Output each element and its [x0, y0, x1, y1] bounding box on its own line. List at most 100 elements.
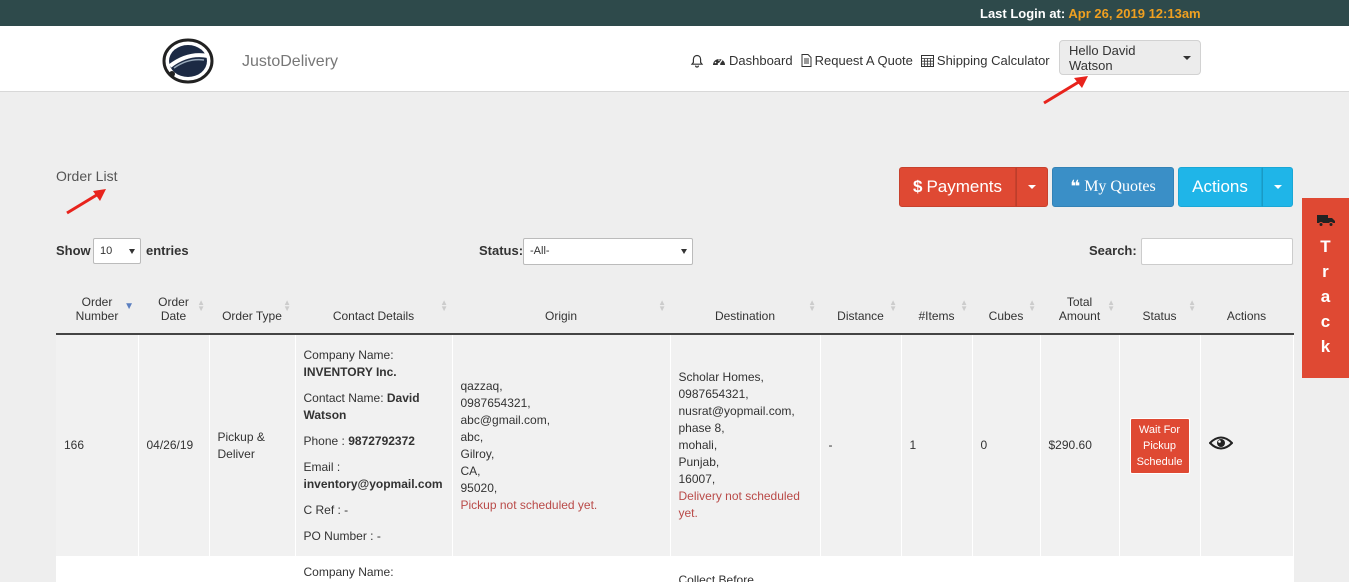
- col-total-amount[interactable]: Total Amount ▲ ▼: [1040, 282, 1119, 335]
- destination-line: phase 8,: [678, 421, 725, 435]
- sort-icon: ▲ ▼: [440, 298, 448, 313]
- destination-line: nusrat@yopmail.com,: [678, 404, 795, 418]
- order-type-cell: [209, 556, 296, 582]
- dollar-icon: $: [912, 177, 923, 196]
- cubes-cell: 0: [972, 334, 1041, 556]
- email-line: Email : inventory@yopmail.com: [304, 459, 444, 493]
- cref-line: C Ref : -: [303, 502, 349, 517]
- sort-icon: ▲ ▼: [283, 298, 291, 313]
- brand-logo[interactable]: [162, 38, 214, 84]
- col-destination[interactable]: Destination ▲ ▼: [670, 282, 820, 335]
- annotation-arrow-icon: [66, 189, 106, 215]
- company-line: Company Name: INVENTORY Inc.: [304, 347, 444, 381]
- sort-icon: ▲ ▼: [658, 298, 666, 313]
- actions-cell: [1200, 556, 1294, 582]
- col-cubes[interactable]: Cubes ▲ ▼: [972, 282, 1040, 335]
- track-letter: a: [1320, 287, 1331, 306]
- col-order-type[interactable]: Order Type ▲ ▼: [209, 282, 295, 335]
- entries-select[interactable]: 10: [93, 238, 141, 264]
- calculator-icon: [920, 54, 934, 67]
- dashboard-link[interactable]: Dashboard: [712, 53, 793, 68]
- track-letter: k: [1320, 337, 1331, 356]
- chevron-down-icon: [681, 249, 687, 254]
- truck-icon: [1316, 214, 1335, 230]
- search-label: Search:: [1089, 243, 1137, 258]
- origin-line: abc@gmail.com,: [460, 412, 551, 427]
- email-value: inventory@yopmail.com: [303, 476, 443, 491]
- company-name: INVENTORY Inc.: [303, 364, 397, 379]
- origin-line: CA,: [460, 463, 481, 478]
- header-label: Destination: [714, 309, 776, 323]
- actions-label: Actions: [1192, 177, 1248, 196]
- origin-cell: [452, 556, 671, 582]
- contact-details-cell: Company Name: INVENTORY Inc. Contact Name…: [295, 334, 453, 556]
- col-origin[interactable]: Origin ▲ ▼: [452, 282, 670, 335]
- payments-button[interactable]: $ Payments: [899, 167, 1016, 207]
- my-quotes-button[interactable]: ❝ My Quotes: [1052, 167, 1174, 207]
- contact-label: Contact Name:: [303, 390, 384, 405]
- items-cell: 1: [901, 334, 973, 556]
- company-label: Company Name:: [303, 347, 394, 362]
- sort-desc-icon: ▼: [124, 301, 134, 312]
- delivery-note: Delivery not scheduled yet.: [678, 489, 800, 520]
- annotation-arrow-icon: [1043, 76, 1088, 105]
- entries-label: entries: [146, 243, 189, 258]
- sort-icon: ▲ ▼: [197, 298, 205, 313]
- payments-button-group: $ Payments: [899, 167, 1048, 207]
- my-quotes-group: ❝ My Quotes: [1052, 167, 1174, 207]
- payments-label: Payments: [926, 177, 1003, 196]
- distance-cell: [820, 556, 902, 582]
- sort-icon: ▲ ▼: [1028, 298, 1036, 313]
- brand-name[interactable]: JustoDelivery: [242, 53, 338, 71]
- user-menu-button[interactable]: Hello David Watson: [1059, 40, 1201, 75]
- last-login-time: Apr 26, 2019 12:13am: [1068, 6, 1201, 21]
- sort-icon: ▲ ▼: [889, 298, 897, 313]
- track-letter: c: [1320, 312, 1331, 331]
- table-header-row: Order Number ▼ Order Date ▲ ▼ Order Type ▲ ▼ …: [56, 282, 1293, 335]
- col-order-number[interactable]: Order Number ▼: [56, 282, 138, 335]
- order-number-cell: 166: [56, 334, 139, 556]
- request-quote-link[interactable]: Request A Quote: [801, 53, 913, 68]
- show-label: Show: [56, 243, 91, 258]
- track-tab[interactable]: T r a c k: [1302, 198, 1349, 378]
- search-input[interactable]: [1141, 238, 1293, 265]
- cubes-cell: [972, 556, 1041, 582]
- origin-line: qazzaq,: [460, 378, 503, 393]
- origin-line: Gilroy,: [460, 446, 495, 461]
- col-order-date[interactable]: Order Date ▲ ▼: [138, 282, 209, 335]
- track-letter: T: [1320, 237, 1331, 256]
- page-title: Order List: [56, 168, 118, 184]
- user-menu-label: Hello David Watson: [1069, 42, 1136, 73]
- phone-label: Phone :: [303, 433, 345, 448]
- col-distance[interactable]: Distance ▲ ▼: [820, 282, 901, 335]
- header-label: Order Number: [75, 295, 119, 323]
- origin-line: abc,: [460, 429, 484, 444]
- shipping-calculator-label: Shipping Calculator: [936, 53, 1050, 68]
- actions-dropdown-toggle[interactable]: [1262, 167, 1293, 207]
- company-label: Company Name:: [303, 565, 394, 579]
- notifications-link[interactable]: [690, 53, 704, 68]
- top-bar: Last Login at: Apr 26, 2019 12:13am: [0, 0, 1349, 26]
- chevron-down-icon: [129, 249, 135, 254]
- track-label: T r a c k: [1320, 234, 1330, 359]
- request-quote-label: Request A Quote: [814, 53, 913, 68]
- col-status[interactable]: Status ▲ ▼: [1119, 282, 1200, 335]
- origin-line: 95020,: [460, 480, 498, 495]
- email-label: Email :: [303, 459, 341, 474]
- shipping-calculator-link[interactable]: Shipping Calculator: [920, 53, 1050, 68]
- col-contact-details[interactable]: Contact Details ▲ ▼: [295, 282, 452, 335]
- origin-line: 0987654321,: [460, 395, 531, 410]
- orders-table: Order Number ▼ Order Date ▲ ▼ Order Type ▲ ▼ …: [56, 282, 1294, 582]
- actions-button[interactable]: Actions: [1178, 167, 1262, 207]
- eye-icon[interactable]: [1208, 435, 1233, 456]
- status-badge: Wait For Pickup Schedule: [1129, 417, 1190, 474]
- col-items[interactable]: #Items ▲ ▼: [901, 282, 972, 335]
- actions-button-group: Actions: [1178, 167, 1293, 207]
- status-filter-select[interactable]: -All-: [523, 238, 693, 265]
- sort-icon: ▲ ▼: [808, 298, 816, 313]
- destination-line: Collect Before: [678, 573, 754, 582]
- payments-dropdown-toggle[interactable]: [1016, 167, 1048, 207]
- po-line: PO Number : -: [303, 528, 381, 543]
- chevron-down-icon: [1183, 55, 1191, 60]
- destination-line: 0987654321,: [678, 387, 749, 401]
